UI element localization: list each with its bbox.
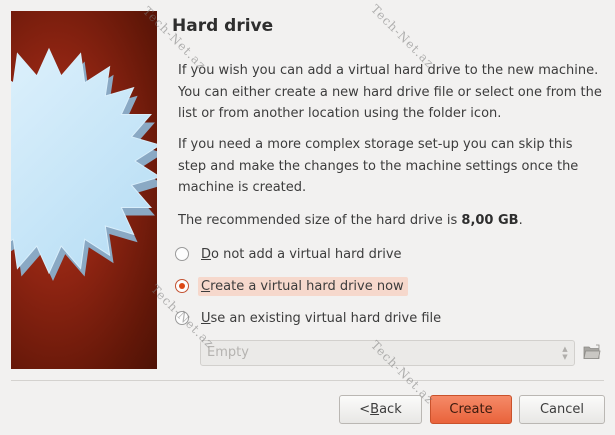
- recommended-size-value: 8,00 GB: [461, 213, 519, 228]
- create-button[interactable]: Create: [430, 395, 512, 424]
- storage-paragraph: If you need a more complex storage set-u…: [178, 137, 579, 195]
- option-label: Do not add a virtual hard drive: [201, 246, 402, 262]
- page-title: Hard drive: [172, 16, 274, 36]
- recommended-size-text: The recommended size of the hard drive i…: [178, 213, 523, 228]
- radio-button[interactable]: [175, 247, 189, 261]
- radio-button[interactable]: [175, 311, 189, 325]
- existing-file-select[interactable]: Empty ▲ ▼: [200, 340, 575, 366]
- button-separator: [11, 380, 604, 381]
- select-value: Empty: [207, 345, 249, 360]
- option-label: Create a virtual hard drive now: [198, 276, 408, 296]
- folder-open-icon[interactable]: [583, 343, 601, 361]
- wizard-banner-image: [11, 11, 157, 369]
- option-no-hard-drive[interactable]: Do not add a virtual hard drive: [175, 243, 406, 265]
- up-down-arrows-icon: ▲ ▼: [562, 345, 568, 361]
- new-vm-dialog: Hard drive If you wish you can add a vir…: [0, 0, 615, 435]
- intro-paragraph: If you wish you can add a virtual hard d…: [178, 63, 602, 121]
- option-existing-hard-drive[interactable]: Use an existing virtual hard drive file: [175, 307, 445, 329]
- radio-button-checked[interactable]: [175, 279, 189, 293]
- option-label: Use an existing virtual hard drive file: [201, 310, 442, 326]
- cancel-button[interactable]: Cancel: [519, 395, 605, 424]
- option-create-hard-drive[interactable]: Create a virtual hard drive now: [175, 275, 408, 297]
- back-button[interactable]: < Back: [339, 395, 422, 424]
